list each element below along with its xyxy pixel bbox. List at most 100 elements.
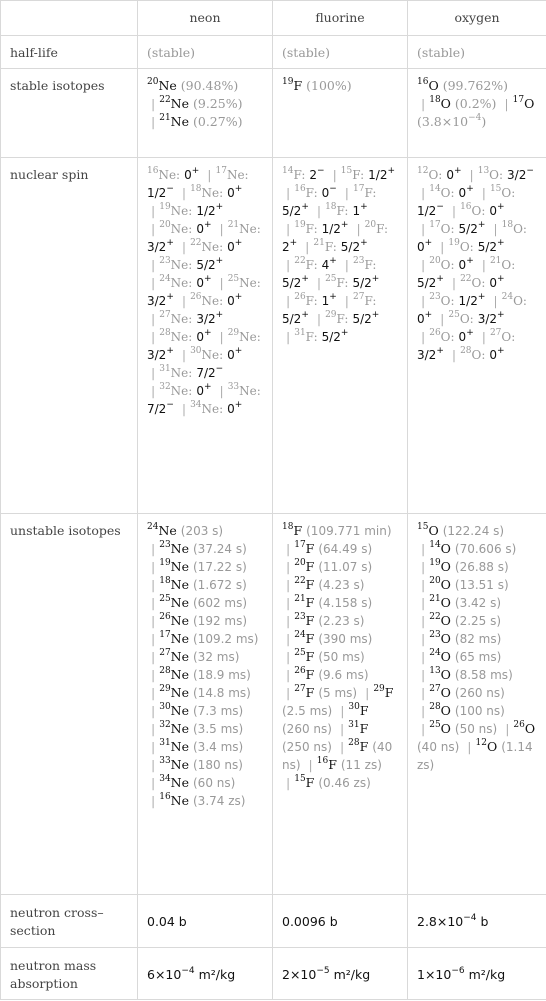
separator: | [151, 311, 156, 326]
exponent: −6 [451, 965, 465, 976]
nuclide-symbol: 26F [294, 666, 315, 683]
separator: | [344, 257, 349, 272]
half-life: (390 ms) [318, 632, 373, 646]
mass-number: 12 [417, 166, 429, 176]
nuclide-symbol: 15O [417, 522, 439, 539]
mass-number: 27 [429, 684, 441, 694]
parity: − [166, 400, 174, 410]
half-life: (17.22 s) [193, 560, 247, 574]
nuclide-symbol: 15F: [340, 166, 365, 183]
spin-entry: 19Ne: 1/2+ [159, 202, 224, 219]
mass-number: 23 [294, 612, 306, 622]
separator: | [151, 577, 156, 592]
spin-value: 0+ [184, 166, 200, 183]
parity: + [466, 328, 474, 338]
exponent: −5 [316, 965, 330, 976]
separator: | [151, 613, 156, 628]
nuclide-symbol: 22F [294, 576, 315, 593]
mass-number: 20 [429, 256, 441, 266]
mass-number: 18 [190, 184, 202, 194]
parity: + [203, 220, 212, 230]
cross-section-fluorine: 0.0096 b [272, 894, 408, 948]
parity: − [526, 166, 534, 176]
separator: | [421, 185, 426, 200]
parity: − [166, 184, 174, 194]
separator: | [219, 275, 224, 290]
mass-number: 17 [294, 540, 306, 550]
separator: | [151, 757, 156, 772]
mass-number: 19 [159, 558, 171, 568]
separator: | [481, 329, 486, 344]
half-life: (50 ms) [318, 650, 365, 664]
mass-number: 16 [460, 202, 472, 212]
spin-value: 0+ [417, 310, 433, 327]
spin-entry: 22Ne: 0+ [190, 239, 242, 255]
row-label: neutron mass absorption [0, 947, 138, 1000]
exponent: −4 [181, 965, 195, 976]
separator: | [344, 185, 349, 200]
spin-value: 7/2− [147, 400, 174, 417]
spin-value: 0+ [458, 256, 474, 273]
separator: | [151, 365, 156, 380]
isotope-entry: 19O (26.88 s) [429, 558, 508, 575]
mass-number: 26 [429, 328, 441, 338]
spin-entry: 20O: 0+ [429, 256, 474, 273]
mass-number: 30 [159, 702, 171, 712]
spin-value: 3/2+ [147, 292, 174, 309]
nuclide-symbol: 34Ne [159, 774, 190, 791]
spin-value: 2− [309, 166, 325, 183]
nuclide-symbol: 26O: [429, 328, 455, 345]
separator: | [181, 401, 187, 416]
mass-number: 26 [190, 292, 202, 302]
separator: | [151, 257, 156, 272]
isotope-entry: 15O (122.24 s) [417, 522, 504, 539]
spin-value: 5/2+ [321, 328, 349, 345]
separator: | [151, 649, 156, 664]
separator: | [286, 541, 291, 556]
separator: | [451, 347, 457, 362]
nuclide-symbol: 27Ne: [159, 310, 193, 327]
nuclide-symbol: 27F: [353, 292, 377, 309]
separator: | [467, 739, 472, 754]
spin-value: 5/2+ [477, 238, 505, 255]
half-life: (3.74 zs) [193, 794, 246, 808]
isotope-entry: 22F (4.23 s) [294, 576, 364, 593]
spin-value: 1/2+ [368, 166, 396, 183]
separator: | [421, 541, 426, 556]
mass-number: 17 [353, 184, 365, 194]
nuclide-symbol: 23F: [353, 256, 377, 273]
spin-entry: 29F: 5/2+ [325, 310, 379, 327]
separator: | [286, 595, 291, 610]
separator: | [219, 329, 224, 344]
mass-number: 20 [147, 77, 159, 87]
mass-number: 31 [159, 364, 171, 374]
half-life: (3.5 ms) [193, 722, 244, 736]
separator: | [316, 311, 322, 326]
isotope-entry: 29Ne (14.8 ms) [159, 685, 251, 701]
half-life: (11.07 s) [318, 560, 373, 574]
nuclide-symbol: 19O [429, 558, 451, 575]
nuclide-symbol: 29F: [325, 310, 349, 327]
half-life-oxygen: (stable) [407, 35, 546, 69]
half-life: (13.51 s) [454, 578, 509, 592]
separator: | [421, 257, 426, 272]
mass-number: 30 [348, 702, 360, 712]
stable-isotopes-fluorine: 19F (100%) [272, 68, 408, 158]
spin-entry: 14F: 2− [282, 166, 325, 183]
spin-value: 0+ [489, 202, 505, 219]
half-life-neon: (stable) [137, 35, 273, 69]
mass-number: 13 [477, 166, 490, 176]
nuclear-spin-oxygen: 12O: 0+ | 13O: 3/2− | 14O: 0+ | 15O: 1/2− |… [407, 157, 546, 514]
spin-value: 0+ [417, 238, 433, 255]
mass-number: 20 [294, 558, 306, 568]
nuclide-symbol: 16Ne [159, 792, 190, 809]
mass-number: 29 [325, 310, 337, 320]
row-label: half-life [0, 35, 138, 69]
spin-value: 0− [321, 184, 337, 201]
spin-value: 0+ [489, 346, 505, 363]
parity: + [466, 256, 474, 266]
nuclide-symbol: 22O [429, 612, 451, 629]
parity: + [215, 202, 224, 212]
parity: + [424, 310, 433, 320]
nuclide-symbol: 21O [429, 594, 451, 611]
